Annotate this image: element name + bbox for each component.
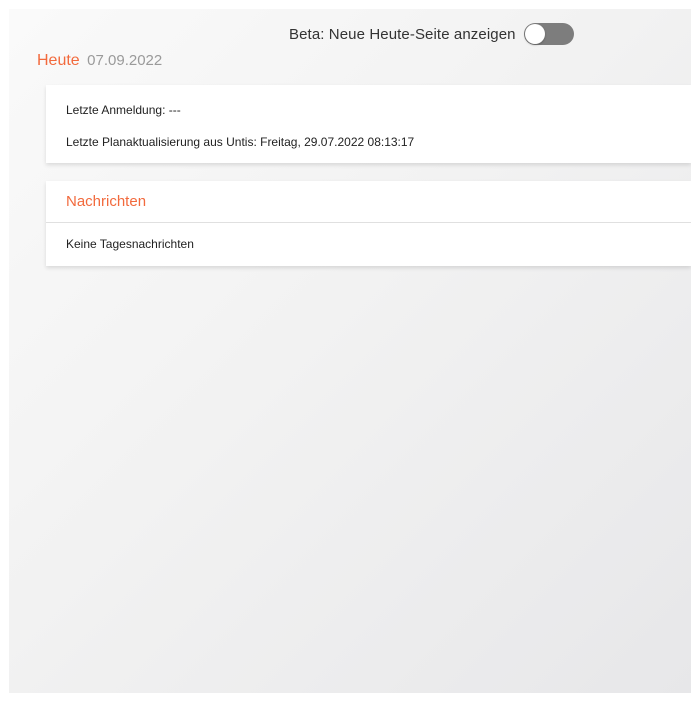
page-heading: Heute 07.09.2022 [37,51,162,71]
beta-toggle-label: Beta: Neue Heute-Seite anzeigen [289,25,516,43]
last-update-text: Letzte Planaktualisierung aus Untis: Fre… [66,135,415,149]
page-date: 07.09.2022 [87,52,163,69]
info-card: Letzte Anmeldung: --- Letzte Planaktuali… [46,85,691,163]
today-page: Beta: Neue Heute-Seite anzeigen Heute 07… [9,9,691,693]
news-card: Nachrichten Keine Tagesnachrichten [46,181,691,266]
toggle-knob [524,24,545,44]
beta-toggle-row: Beta: Neue Heute-Seite anzeigen [289,23,574,45]
news-empty-text: Keine Tagesnachrichten [66,237,194,251]
beta-toggle-switch[interactable] [523,23,574,45]
last-login-text: Letzte Anmeldung: --- [66,103,181,117]
news-title: Nachrichten [46,181,691,223]
page-title: Heute [37,52,80,69]
